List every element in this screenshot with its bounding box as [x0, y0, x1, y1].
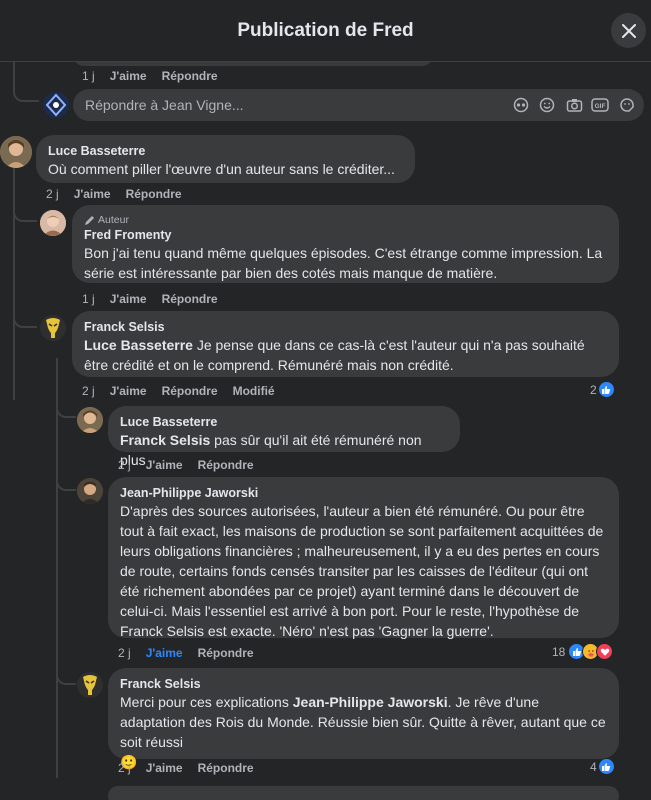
- comment-author[interactable]: Luce Basseterre: [120, 414, 448, 430]
- avatar[interactable]: [77, 672, 103, 698]
- reply-composer: GIF: [73, 89, 644, 121]
- avatar[interactable]: [77, 478, 103, 504]
- timestamp[interactable]: 1 j: [82, 69, 95, 83]
- reply-button[interactable]: Répondre: [198, 761, 254, 775]
- comment-author[interactable]: Jean-Philippe Jaworski: [120, 485, 607, 501]
- love-reaction-icon: [596, 643, 614, 660]
- dialog-header: Publication de Fred: [0, 0, 651, 62]
- mention-link[interactable]: Luce Basseterre: [84, 337, 193, 353]
- emoji-icon[interactable]: [538, 96, 556, 114]
- like-reaction-icon: [597, 758, 615, 775]
- author-badge: Auteur: [84, 213, 607, 227]
- reply-button[interactable]: Répondre: [198, 646, 254, 660]
- like-button[interactable]: J'aime: [110, 292, 147, 306]
- like-button[interactable]: J'aime: [110, 384, 147, 398]
- timestamp[interactable]: 2 j: [118, 761, 131, 775]
- reply-button[interactable]: Répondre: [162, 292, 218, 306]
- comment-actions: 2 j J'aime Répondre: [118, 458, 254, 472]
- gif-icon[interactable]: GIF: [591, 96, 609, 114]
- comment-actions: 1 j J'aime Répondre: [82, 292, 218, 306]
- comment-text: Où comment piller l'œuvre d'un auteur sa…: [48, 161, 395, 177]
- comment-actions: 2 j J'aime Répondre: [118, 761, 254, 775]
- avatar[interactable]: [40, 315, 66, 341]
- avatar[interactable]: [40, 210, 66, 236]
- comment-bubble: Franck Selsis Luce Basseterre Je pense q…: [72, 311, 619, 377]
- comment-actions: 2 j J'aime Répondre: [118, 646, 254, 660]
- avatar[interactable]: [0, 136, 32, 168]
- comment-bubble: Jean-Philippe Jaworski D'après des sourc…: [108, 477, 619, 639]
- camera-icon[interactable]: [565, 96, 583, 114]
- previous-comment-bubble: [73, 62, 433, 66]
- timestamp[interactable]: 2 j: [118, 458, 131, 472]
- sticker-icon[interactable]: [618, 96, 636, 114]
- comment-text: D'après des sources autorisées, l'auteur…: [120, 503, 604, 639]
- reaction-count: 4: [590, 759, 597, 774]
- comment-author[interactable]: Franck Selsis: [120, 676, 607, 692]
- reaction-count: 2: [590, 382, 597, 397]
- comment-actions: 1 j J'aime Répondre: [82, 69, 218, 83]
- timestamp[interactable]: 1 j: [82, 292, 95, 306]
- timestamp[interactable]: 2 j: [118, 646, 131, 660]
- close-button[interactable]: [611, 13, 646, 48]
- comment-bubble: Franck Selsis Merci pour ces explication…: [108, 668, 619, 771]
- like-button[interactable]: J'aime: [146, 458, 183, 472]
- mention-link[interactable]: Franck Selsis: [120, 432, 210, 448]
- timestamp[interactable]: 2 j: [46, 187, 59, 201]
- comment-actions: 2 j J'aime Répondre Modifié: [82, 384, 275, 398]
- comment-bubble: Auteur Fred Fromenty Bon j'ai tenu quand…: [72, 205, 619, 283]
- like-button[interactable]: J'aime: [74, 187, 111, 201]
- avatar[interactable]: [77, 407, 103, 433]
- reply-button[interactable]: Répondre: [162, 384, 218, 398]
- reaction-summary[interactable]: 4: [590, 758, 615, 775]
- reply-input[interactable]: [85, 89, 485, 121]
- comment-author[interactable]: Luce Basseterre: [48, 143, 403, 159]
- timestamp[interactable]: 2 j: [82, 384, 95, 398]
- avatar[interactable]: [43, 92, 69, 118]
- close-icon: [621, 23, 636, 38]
- like-button[interactable]: J'aime: [146, 761, 183, 775]
- reaction-summary[interactable]: 2: [590, 381, 615, 398]
- comment-text: Bon j'ai tenu quand même quelques épisod…: [84, 245, 603, 281]
- reply-button[interactable]: Répondre: [198, 458, 254, 472]
- dialog-title: Publication de Fred: [237, 20, 414, 41]
- reaction-summary[interactable]: 18: [552, 643, 614, 660]
- reply-button[interactable]: Répondre: [162, 69, 218, 83]
- comments-thread[interactable]: 1 j J'aime Répondre GIF Luce Basseterre …: [0, 62, 651, 800]
- reaction-count: 18: [552, 644, 566, 659]
- pencil-icon: [85, 215, 94, 225]
- comment-text: Luce Basseterre Je pense que dans ce cas…: [84, 337, 585, 373]
- comment-bubble: Luce Basseterre Franck Selsis pas sûr qu…: [108, 406, 460, 468]
- like-button[interactable]: J'aime: [146, 646, 183, 660]
- next-comment-bubble: [108, 786, 619, 800]
- like-reaction-icon: [597, 381, 615, 398]
- comment-author[interactable]: Fred Fromenty: [84, 227, 607, 243]
- mention-link[interactable]: Jean-Philippe Jaworski: [293, 694, 448, 710]
- comment-author[interactable]: Franck Selsis: [84, 319, 607, 335]
- svg-text:GIF: GIF: [595, 103, 606, 110]
- reply-button[interactable]: Répondre: [126, 187, 182, 201]
- like-button[interactable]: J'aime: [110, 69, 147, 83]
- comment-bubble: Luce Basseterre Où comment piller l'œuvr…: [36, 135, 415, 183]
- edited-label[interactable]: Modifié: [233, 384, 275, 398]
- comment-actions: 2 j J'aime Répondre: [46, 187, 182, 201]
- avatar-sticker-icon[interactable]: [512, 96, 530, 114]
